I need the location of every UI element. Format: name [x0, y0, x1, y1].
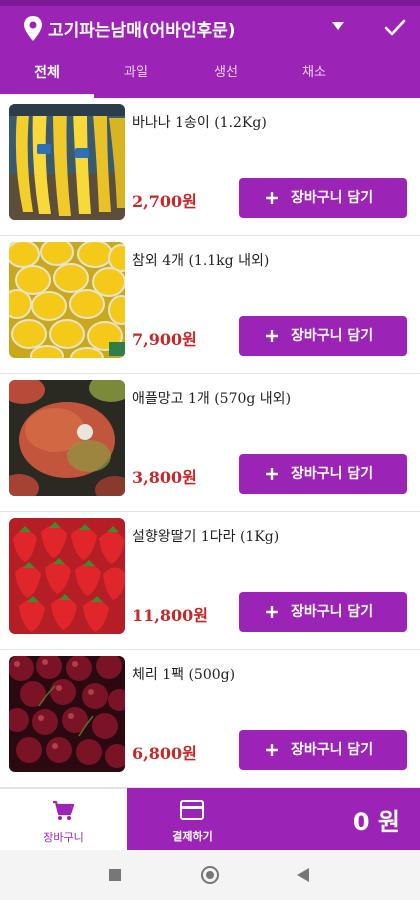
nav-cart-button[interactable]: 장바구니 — [0, 788, 127, 850]
add-to-cart-label: 장바구니 담기 — [291, 742, 374, 758]
product-image-strawberries — [9, 518, 125, 634]
add-to-cart-button[interactable]: 장바구니 담기 — [239, 730, 407, 770]
back-icon[interactable] — [296, 867, 310, 883]
product-name: 참외 4개 (1.1kg 내외) — [132, 253, 270, 269]
bottom-navigation: 장바구니 결제하기 0 원 — [0, 788, 420, 850]
location-pin-icon[interactable] — [22, 15, 44, 43]
add-to-cart-button[interactable]: 장바구니 담기 — [239, 178, 407, 218]
add-to-cart-button[interactable]: 장바구니 담기 — [239, 316, 407, 356]
product-price: 2,700원 — [132, 192, 197, 211]
plus-icon — [266, 330, 278, 342]
product-item: 체리 1팩 (500g) 6,800원 장바구니 담기 — [0, 650, 420, 788]
system-navigation-bar — [0, 850, 420, 900]
recent-apps-icon[interactable] — [108, 868, 122, 882]
tab-all[interactable]: 전체 — [0, 56, 94, 94]
plus-icon — [266, 744, 278, 756]
add-to-cart-label: 장바구니 담기 — [291, 190, 374, 206]
product-item: 설향왕딸기 1다라 (1Kg) 11,800원 장바구니 담기 — [0, 512, 420, 650]
status-bar — [0, 0, 420, 6]
add-to-cart-button[interactable]: 장바구니 담기 — [239, 592, 407, 632]
product-name: 애플망고 1개 (570g 내외) — [132, 391, 292, 407]
add-to-cart-label: 장바구니 담기 — [291, 604, 374, 620]
shopping-cart-icon — [53, 800, 75, 820]
store-name[interactable]: 고기파는남매(어바인후문) — [48, 16, 236, 46]
product-item: 애플망고 1개 (570g 내외) 3,800원 장바구니 담기 — [0, 374, 420, 512]
home-icon[interactable] — [200, 865, 220, 885]
tab-fish[interactable]: 생선 — [184, 56, 268, 94]
product-name: 체리 1팩 (500g) — [132, 667, 236, 683]
tab-vegetable[interactable]: 채소 — [272, 56, 356, 94]
nav-pay-button[interactable]: 결제하기 — [145, 788, 240, 850]
product-item: 참외 4개 (1.1kg 내외) 7,900원 장바구니 담기 — [0, 236, 420, 374]
product-item: 바나나 1송이 (1.2Kg) 2,700원 장바구니 담기 — [0, 98, 420, 236]
check-icon[interactable] — [383, 16, 407, 40]
product-price: 7,900원 — [132, 330, 197, 349]
product-image-korean-melons — [9, 242, 125, 358]
product-list[interactable]: 바나나 1송이 (1.2Kg) 2,700원 장바구니 담기 참외 4개 (1.… — [0, 98, 420, 788]
plus-icon — [266, 192, 278, 204]
dropdown-caret-icon[interactable] — [330, 20, 346, 32]
credit-card-icon — [180, 800, 204, 820]
add-to-cart-label: 장바구니 담기 — [291, 328, 374, 344]
add-to-cart-button[interactable]: 장바구니 담기 — [239, 454, 407, 494]
product-price: 3,800원 — [132, 468, 197, 487]
tab-fruit[interactable]: 과일 — [94, 56, 178, 94]
product-price: 11,800원 — [132, 606, 208, 625]
category-tabs: 전체 과일 생선 채소 — [0, 56, 420, 98]
nav-pay-label: 결제하기 — [172, 830, 213, 843]
add-to-cart-label: 장바구니 담기 — [291, 466, 374, 482]
product-image-cherries — [9, 656, 125, 772]
product-price: 6,800원 — [132, 744, 197, 763]
cart-total: 0 원 — [352, 808, 400, 836]
nav-cart-label: 장바구니 — [43, 831, 84, 844]
product-name: 바나나 1송이 (1.2Kg) — [132, 115, 267, 131]
app-header: 고기파는남매(어바인후문) 전체 과일 생선 채소 — [0, 0, 420, 98]
product-image-bananas — [9, 104, 125, 220]
product-name: 설향왕딸기 1다라 (1Kg) — [132, 529, 280, 545]
product-image-apple-mango — [9, 380, 125, 496]
plus-icon — [266, 468, 278, 480]
plus-icon — [266, 606, 278, 618]
